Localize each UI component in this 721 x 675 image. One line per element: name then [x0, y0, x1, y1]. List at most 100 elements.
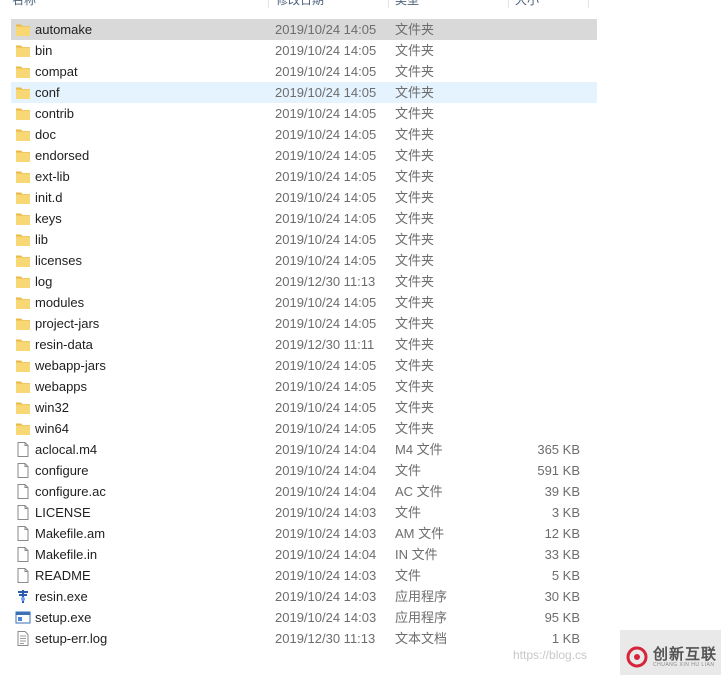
file-row[interactable]: resin-data 2019/12/30 11:11 文件夹	[11, 334, 597, 355]
folder-icon	[15, 271, 31, 292]
file-row[interactable]: project-jars 2019/10/24 14:05 文件夹	[11, 313, 597, 334]
column-divider[interactable]	[508, 0, 509, 8]
column-header-date[interactable]: 修改日期	[276, 0, 324, 10]
file-modified-date: 2019/10/24 14:05	[275, 253, 377, 268]
file-size: 591 KB	[537, 463, 580, 478]
file-name: doc	[35, 127, 56, 142]
folder-icon	[15, 334, 31, 355]
file-name: resin-data	[35, 337, 93, 352]
file-modified-date: 2019/12/30 11:13	[275, 274, 376, 289]
column-divider[interactable]	[388, 0, 389, 8]
file-type: 文件夹	[395, 295, 435, 310]
file-type: 应用程序	[395, 589, 448, 604]
file-size: 95 KB	[544, 610, 580, 625]
file-modified-date: 2019/10/24 14:05	[275, 85, 377, 100]
file-modified-date: 2019/10/24 14:05	[275, 148, 377, 163]
file-row[interactable]: compat 2019/10/24 14:05 文件夹	[11, 61, 597, 82]
file-icon	[15, 544, 31, 565]
file-name: init.d	[35, 190, 63, 205]
file-row[interactable]: contrib 2019/10/24 14:05 文件夹	[11, 103, 597, 124]
file-row[interactable]: setup-err.log 2019/12/30 11:13 文本文档 1 KB	[11, 628, 597, 649]
file-row[interactable]: setup.exe 2019/10/24 14:03 应用程序 95 KB	[11, 607, 597, 628]
file-row[interactable]: licenses 2019/10/24 14:05 文件夹	[11, 250, 597, 271]
file-icon	[15, 565, 31, 586]
folder-icon	[15, 418, 31, 439]
folder-icon	[15, 19, 31, 40]
folder-icon	[15, 145, 31, 166]
file-modified-date: 2019/10/24 14:05	[275, 64, 377, 79]
file-modified-date: 2019/10/24 14:04	[275, 484, 377, 499]
file-modified-date: 2019/10/24 14:05	[275, 295, 377, 310]
file-type: 文件夹	[395, 43, 435, 58]
file-type: 文件	[395, 568, 422, 583]
file-modified-date: 2019/10/24 14:03	[275, 568, 377, 583]
file-size: 5 KB	[551, 568, 580, 583]
file-row[interactable]: ext-lib 2019/10/24 14:05 文件夹	[11, 166, 597, 187]
file-name: lib	[35, 232, 49, 247]
column-divider[interactable]	[588, 0, 589, 8]
file-type: AM 文件	[395, 526, 445, 541]
folder-icon	[15, 250, 31, 271]
brand-name: 创新互联	[653, 645, 718, 663]
folder-icon	[15, 376, 31, 397]
file-modified-date: 2019/12/30 11:11	[275, 337, 375, 352]
file-size: 33 KB	[544, 547, 580, 562]
file-size: 365 KB	[537, 442, 580, 457]
file-type: 文件夹	[395, 106, 435, 121]
file-row[interactable]: lib 2019/10/24 14:05 文件夹	[11, 229, 597, 250]
file-type: 文件	[395, 505, 422, 520]
file-type: 文件夹	[395, 190, 435, 205]
file-row[interactable]: configure.ac 2019/10/24 14:04 AC 文件 39 KB	[11, 481, 597, 502]
file-size: 39 KB	[544, 484, 580, 499]
file-name: bin	[35, 43, 53, 58]
file-modified-date: 2019/10/24 14:05	[275, 316, 377, 331]
file-row[interactable]: automake 2019/10/24 14:05 文件夹	[11, 19, 597, 40]
file-row[interactable]: resin.exe 2019/10/24 14:03 应用程序 30 KB	[11, 586, 597, 607]
file-row[interactable]: conf 2019/10/24 14:05 文件夹	[11, 82, 597, 103]
column-header-size[interactable]: 大小	[515, 0, 539, 10]
brand-logo-icon	[626, 646, 648, 668]
file-row[interactable]: win64 2019/10/24 14:05 文件夹	[11, 418, 597, 439]
file-type: 文件夹	[395, 337, 435, 352]
column-header-name[interactable]: 名称	[12, 0, 36, 10]
resin-exe-icon	[15, 586, 31, 607]
file-row[interactable]: log 2019/12/30 11:13 文件夹	[11, 271, 597, 292]
file-row[interactable]: modules 2019/10/24 14:05 文件夹	[11, 292, 597, 313]
file-name: configure.ac	[35, 484, 106, 499]
file-modified-date: 2019/10/24 14:05	[275, 211, 377, 226]
folder-icon	[15, 208, 31, 229]
text-file-icon	[15, 628, 31, 649]
brand-watermark: 创新互联 CHUANG XIN HU LIAN	[620, 630, 721, 675]
file-name: contrib	[35, 106, 75, 121]
file-row[interactable]: configure 2019/10/24 14:04 文件 591 KB	[11, 460, 597, 481]
file-row[interactable]: LICENSE 2019/10/24 14:03 文件 3 KB	[11, 502, 597, 523]
file-row[interactable]: Makefile.am 2019/10/24 14:03 AM 文件 12 KB	[11, 523, 597, 544]
file-type: 文件夹	[395, 127, 435, 142]
folder-icon	[15, 187, 31, 208]
file-row[interactable]: endorsed 2019/10/24 14:05 文件夹	[11, 145, 597, 166]
file-row[interactable]: keys 2019/10/24 14:05 文件夹	[11, 208, 597, 229]
file-row[interactable]: README 2019/10/24 14:03 文件 5 KB	[11, 565, 597, 586]
file-modified-date: 2019/10/24 14:04	[275, 442, 377, 457]
file-modified-date: 2019/10/24 14:05	[275, 43, 377, 58]
file-row[interactable]: Makefile.in 2019/10/24 14:04 IN 文件 33 KB	[11, 544, 597, 565]
file-modified-date: 2019/10/24 14:05	[275, 190, 377, 205]
column-divider[interactable]	[268, 0, 269, 8]
file-name: aclocal.m4	[35, 442, 98, 457]
file-type: AC 文件	[395, 484, 443, 499]
file-row[interactable]: bin 2019/10/24 14:05 文件夹	[11, 40, 597, 61]
file-row[interactable]: init.d 2019/10/24 14:05 文件夹	[11, 187, 597, 208]
file-name: modules	[35, 295, 85, 310]
brand-subtitle: CHUANG XIN HU LIAN	[653, 662, 715, 668]
file-modified-date: 2019/10/24 14:05	[275, 22, 377, 37]
file-row[interactable]: webapps 2019/10/24 14:05 文件夹	[11, 376, 597, 397]
file-name: Makefile.in	[35, 547, 98, 562]
file-row[interactable]: aclocal.m4 2019/10/24 14:04 M4 文件 365 KB	[11, 439, 597, 460]
file-row[interactable]: doc 2019/10/24 14:05 文件夹	[11, 124, 597, 145]
file-name: licenses	[35, 253, 82, 268]
file-name: win64	[35, 421, 69, 436]
file-row[interactable]: win32 2019/10/24 14:05 文件夹	[11, 397, 597, 418]
file-name: Makefile.am	[35, 526, 106, 541]
file-row[interactable]: webapp-jars 2019/10/24 14:05 文件夹	[11, 355, 597, 376]
column-header-type[interactable]: 类型	[395, 0, 419, 10]
